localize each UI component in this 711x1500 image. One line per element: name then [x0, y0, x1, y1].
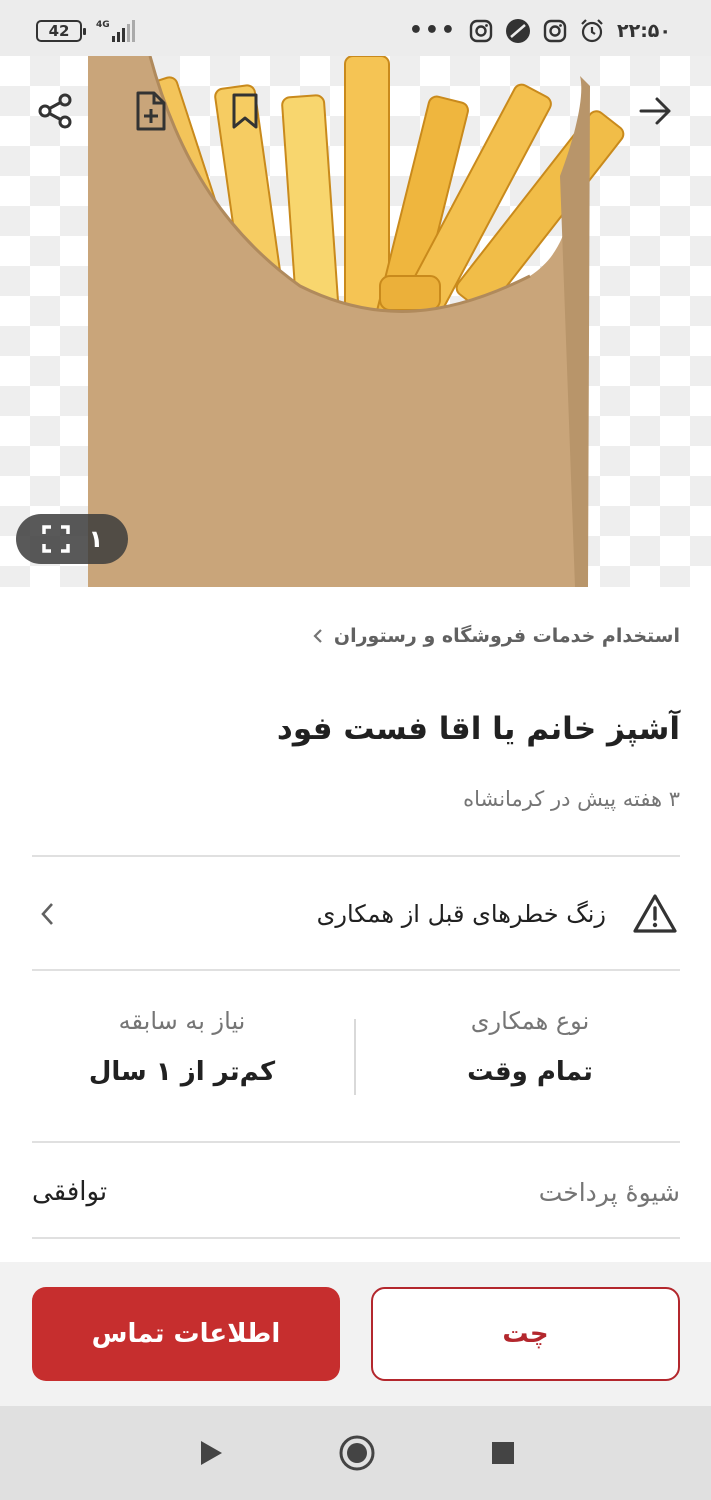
overflow-dots: •••	[408, 18, 457, 43]
back-button[interactable]	[631, 86, 681, 136]
image-count: ۱	[88, 525, 104, 553]
nav-home-button[interactable]	[332, 1428, 382, 1478]
chevron-left-icon	[313, 629, 322, 643]
payment-row: شیوهٔ پرداخت توافقی	[32, 1145, 680, 1239]
fries-image	[88, 56, 625, 587]
round-app-icon	[506, 19, 530, 43]
nav-back-button[interactable]	[186, 1428, 236, 1478]
action-bar: اطلاعات تماس چت	[0, 1262, 711, 1406]
experience: نیاز به سابقه کم‌تر از ۱ سال	[32, 1007, 332, 1087]
status-right: ••• ۲۲:۵۰	[409, 18, 671, 44]
cooperation-type-value: تمام وقت	[467, 1057, 593, 1087]
arrow-right-icon	[639, 97, 671, 125]
instagram-icon	[469, 19, 493, 43]
job-stats: نوع همکاری تمام وقت نیاز به سابقه کم‌تر …	[32, 971, 680, 1141]
battery-level: 42	[48, 22, 70, 40]
page-title: آشپز خانم یا اقا فست فود	[276, 711, 680, 747]
nav-recents-button[interactable]	[478, 1428, 528, 1478]
chevron-left-icon	[32, 899, 62, 929]
back-triangle-icon	[201, 1441, 222, 1465]
cooperation-type-label: نوع همکاری	[470, 1007, 590, 1035]
battery-icon: 42	[36, 20, 86, 42]
signal-icon: 4G	[96, 20, 135, 42]
payment-label: شیوهٔ پرداخت	[538, 1177, 680, 1207]
payment-value: توافقی	[32, 1177, 108, 1207]
breadcrumb[interactable]: استخدام خدمات فروشگاه و رستوران	[312, 625, 680, 647]
divider	[32, 855, 680, 857]
chat-button[interactable]: چت	[371, 1287, 680, 1381]
experience-value: کم‌تر از ۱ سال	[88, 1057, 276, 1087]
cooperation-type: نوع همکاری تمام وقت	[380, 1007, 680, 1087]
image-counter[interactable]: ۱	[16, 514, 128, 564]
system-nav-bar	[0, 1406, 711, 1500]
experience-label: نیاز به سابقه	[118, 1007, 246, 1035]
contact-info-button[interactable]: اطلاعات تماس	[32, 1287, 340, 1381]
network-type: 4G	[96, 20, 110, 30]
warning-row[interactable]: زنگ خطرهای قبل از همکاری	[32, 859, 680, 969]
instagram-icon	[543, 19, 567, 43]
home-circle-icon	[339, 1435, 375, 1471]
breadcrumb-category: استخدام خدمات فروشگاه و رستوران	[333, 625, 680, 647]
listing-image[interactable]: ۱	[0, 56, 711, 587]
alarm-icon	[581, 19, 603, 43]
recents-square-icon	[492, 1442, 514, 1464]
stats-separator	[354, 1019, 356, 1095]
share-button[interactable]	[30, 86, 80, 136]
share-icon	[38, 93, 72, 129]
posted-time-location: ۳ هفته پیش در کرمانشاه	[463, 787, 680, 811]
bookmark-button[interactable]	[220, 86, 270, 136]
divider	[32, 1141, 680, 1143]
fullscreen-icon	[41, 525, 70, 553]
clock: ۲۲:۵۰	[617, 20, 671, 42]
bookmark-icon	[232, 93, 258, 129]
warning-text: زنگ خطرهای قبل از همکاری	[316, 900, 606, 928]
warning-icon	[630, 889, 680, 939]
add-note-button[interactable]	[125, 86, 175, 136]
status-bar: 42 4G ••• ۲۲:۵۰	[0, 0, 711, 56]
divider	[32, 1237, 680, 1239]
file-plus-icon	[136, 91, 166, 131]
status-left: 42 4G	[36, 20, 135, 42]
